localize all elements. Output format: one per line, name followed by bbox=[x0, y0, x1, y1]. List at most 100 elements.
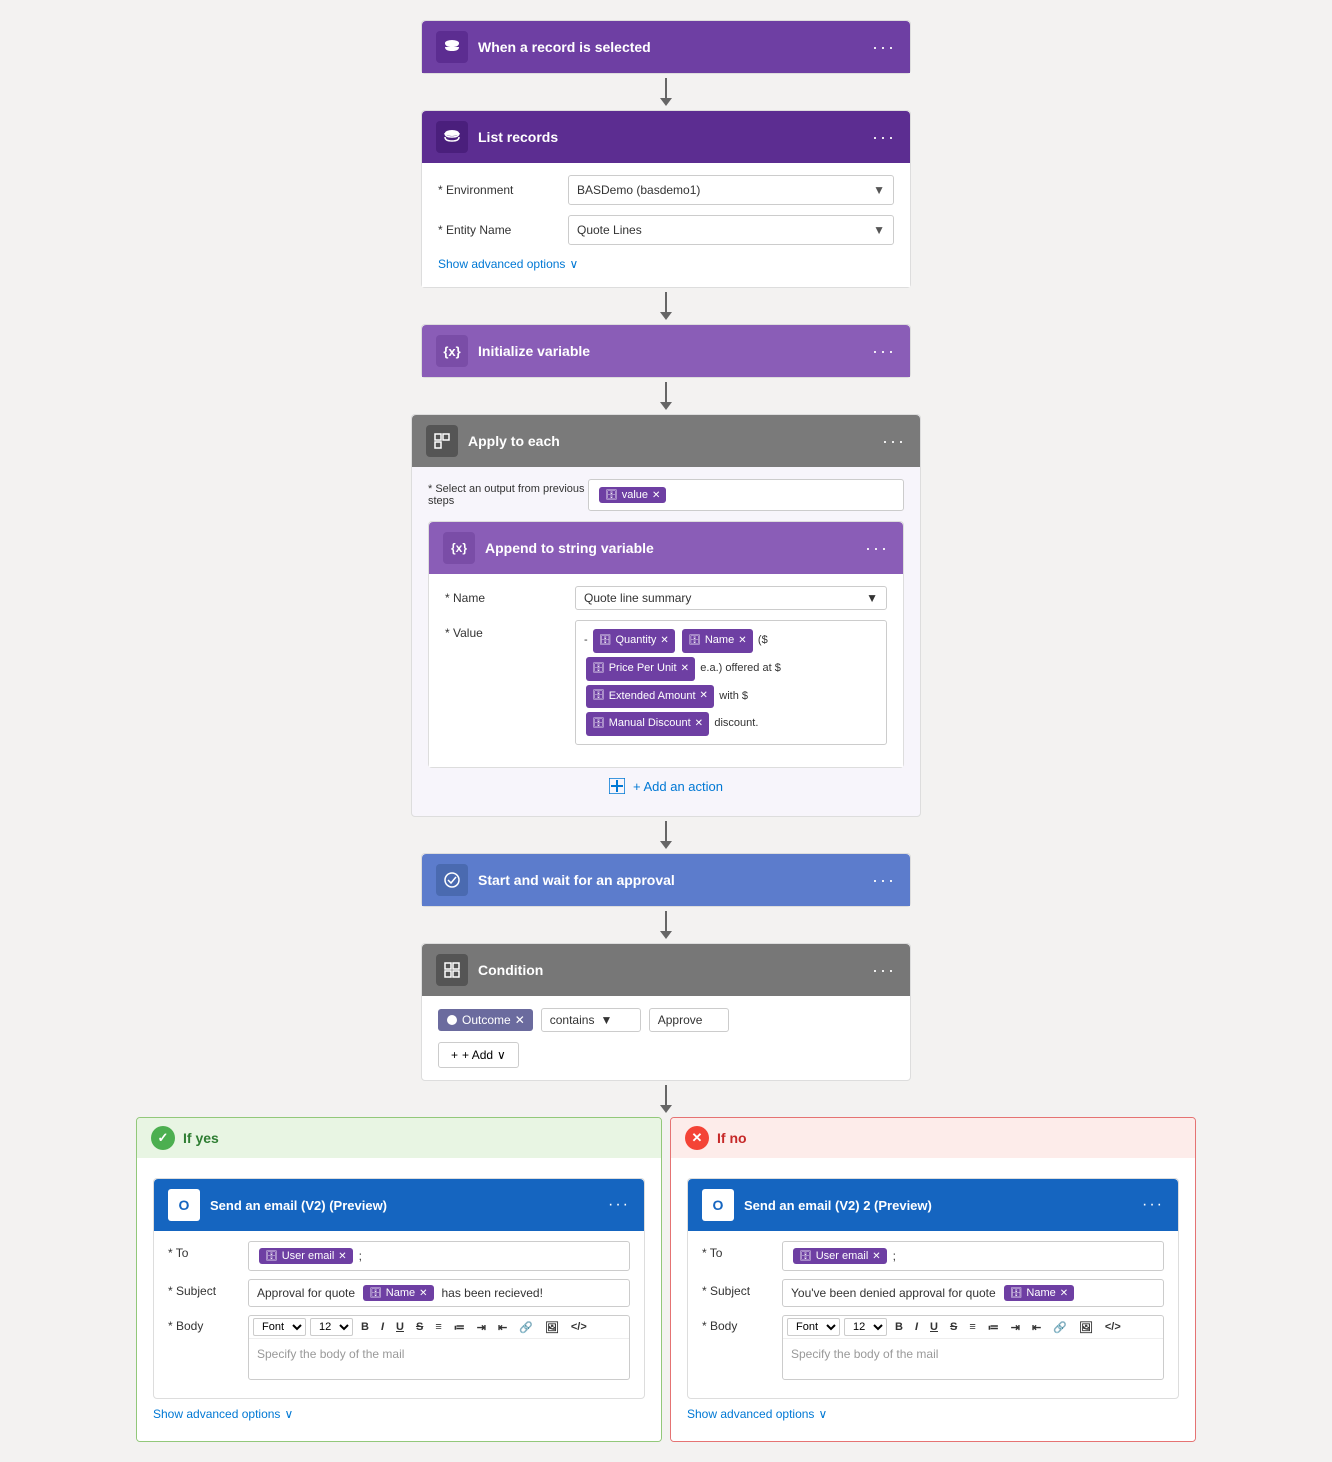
email-yes-body: * To 🗄 User email ✕ ; * S bbox=[154, 1231, 644, 1398]
value-field[interactable]: - 🗄 Quantity ✕ 🗄 Name ✕ ($ 🗄 Price Per U… bbox=[575, 620, 887, 745]
value-row: * Value - 🗄 Quantity ✕ 🗄 Name ✕ ($ bbox=[445, 620, 887, 745]
no-font-select[interactable]: Font bbox=[787, 1318, 840, 1336]
no-underline-btn[interactable]: U bbox=[926, 1320, 942, 1334]
no-bold-btn[interactable]: B bbox=[891, 1320, 907, 1334]
no-body-editor[interactable]: Font 12 B I U S ≡ bbox=[782, 1315, 1164, 1380]
step5-menu[interactable]: ··· bbox=[872, 870, 896, 891]
step1-menu[interactable]: ··· bbox=[872, 37, 896, 58]
step2-menu[interactable]: ··· bbox=[872, 127, 896, 148]
step3-menu[interactable]: ··· bbox=[872, 341, 896, 362]
no-to-input[interactable]: 🗄 User email ✕ ; bbox=[782, 1241, 1164, 1271]
yes-font-select[interactable]: Font bbox=[253, 1318, 306, 1336]
yes-indent-btn[interactable]: ⇥ bbox=[473, 1320, 490, 1335]
add-button[interactable]: + + Add ∨ bbox=[438, 1042, 519, 1068]
branch-no-header: ✕ If no bbox=[671, 1118, 1195, 1158]
yes-size-select[interactable]: 12 bbox=[310, 1318, 353, 1336]
yes-subject-input[interactable]: Approval for quote 🗄 Name ✕ has been rec… bbox=[248, 1279, 630, 1307]
branch-yes: ✓ If yes O Send an email (V2) (Preview) … bbox=[136, 1117, 662, 1442]
outcome-close[interactable]: ✕ bbox=[515, 1013, 525, 1027]
no-ol-btn[interactable]: ≔ bbox=[984, 1320, 1003, 1335]
no-code-btn[interactable]: </> bbox=[1101, 1320, 1125, 1334]
no-toolbar: Font 12 B I U S ≡ bbox=[783, 1316, 1163, 1339]
step3-icon: {x} bbox=[436, 335, 468, 367]
yes-to-input[interactable]: 🗄 User email ✕ ; bbox=[248, 1241, 630, 1271]
yes-subject-name-tag: 🗄 Name ✕ bbox=[363, 1285, 433, 1301]
yes-bold-btn[interactable]: B bbox=[357, 1320, 373, 1334]
no-link-btn[interactable]: 🔗 bbox=[1049, 1320, 1071, 1335]
select-output-row: * Select an output from previous steps 🗄… bbox=[428, 479, 904, 511]
approve-input[interactable]: Approve bbox=[649, 1008, 729, 1032]
no-size-select[interactable]: 12 bbox=[844, 1318, 887, 1336]
condition-body: Outcome ✕ contains ▼ Approve + + Add ∨ bbox=[422, 996, 910, 1080]
no-subject-input[interactable]: You've been denied approval for quote 🗄 … bbox=[782, 1279, 1164, 1307]
value-text3: with $ bbox=[719, 689, 748, 701]
no-to-label: * To bbox=[702, 1241, 782, 1260]
no-ul-btn[interactable]: ≡ bbox=[965, 1320, 979, 1334]
arrow3 bbox=[660, 378, 672, 414]
branch-no: ✕ If no O Send an email (V2) 2 (Preview)… bbox=[670, 1117, 1196, 1442]
contains-label: contains bbox=[550, 1013, 595, 1027]
step5-title: Start and wait for an approval bbox=[478, 872, 675, 888]
no-indent-btn[interactable]: ⇥ bbox=[1007, 1320, 1024, 1335]
no-advanced[interactable]: Show advanced options ∨ bbox=[687, 1399, 1179, 1421]
step6-icon bbox=[436, 954, 468, 986]
name-row: * Name Quote line summary ▼ bbox=[445, 586, 887, 610]
add-action-btn[interactable]: + Add an action bbox=[428, 768, 904, 804]
step2-card: List records ··· * Environment BASDemo (… bbox=[421, 110, 911, 288]
yes-body-label: * Body bbox=[168, 1315, 248, 1333]
no-subject-prefix: You've been denied approval for quote bbox=[791, 1286, 996, 1300]
branch-yes-header: ✓ If yes bbox=[137, 1118, 661, 1158]
step4-menu[interactable]: ··· bbox=[882, 431, 906, 452]
step5-icon bbox=[436, 864, 468, 896]
arrow6 bbox=[660, 1081, 672, 1117]
no-body-placeholder[interactable]: Specify the body of the mail bbox=[783, 1339, 1163, 1379]
yes-to-label: * To bbox=[168, 1241, 248, 1260]
yes-outdent-btn[interactable]: ⇤ bbox=[494, 1320, 511, 1335]
no-advanced-label: Show advanced options bbox=[687, 1407, 814, 1421]
entity-input[interactable]: Quote Lines ▼ bbox=[568, 215, 894, 245]
yes-label: If yes bbox=[183, 1130, 219, 1146]
arrow5 bbox=[660, 907, 672, 943]
yes-subject-label: * Subject bbox=[168, 1279, 248, 1298]
yes-italic-btn[interactable]: I bbox=[377, 1320, 388, 1334]
environment-label: * Environment bbox=[438, 183, 568, 197]
yes-code-btn[interactable]: </> bbox=[567, 1320, 591, 1334]
step6-menu[interactable]: ··· bbox=[872, 960, 896, 981]
step4-icon bbox=[426, 425, 458, 457]
yes-ul-btn[interactable]: ≡ bbox=[431, 1320, 445, 1334]
select-output-input[interactable]: 🗄 value ✕ bbox=[588, 479, 904, 511]
append-menu[interactable]: ··· bbox=[865, 538, 889, 559]
no-body-row: * Body Font 12 B bbox=[702, 1315, 1164, 1380]
value-text2: e.a.) offered at $ bbox=[700, 662, 781, 674]
append-body: * Name Quote line summary ▼ * Value - 🗄 … bbox=[429, 574, 903, 767]
environment-input[interactable]: BASDemo (basdemo1) ▼ bbox=[568, 175, 894, 205]
yes-body-editor[interactable]: Font 12 B I U S ≡ bbox=[248, 1315, 630, 1380]
yes-underline-btn[interactable]: U bbox=[392, 1320, 408, 1334]
arrow4 bbox=[660, 817, 672, 853]
email-yes-menu[interactable]: ··· bbox=[608, 1196, 630, 1214]
yes-toolbar: Font 12 B I U S ≡ bbox=[249, 1316, 629, 1339]
yes-img-btn[interactable]: 🖼 bbox=[541, 1320, 563, 1335]
no-strikethrough-btn[interactable]: S bbox=[946, 1320, 961, 1334]
yes-link-btn[interactable]: 🔗 bbox=[515, 1320, 537, 1335]
extended-tag: 🗄 Extended Amount ✕ bbox=[586, 685, 714, 709]
no-img-btn[interactable]: 🖼 bbox=[1075, 1320, 1097, 1335]
step2-advanced[interactable]: Show advanced options ∨ bbox=[438, 255, 894, 275]
no-subject-name-tag: 🗄 Name ✕ bbox=[1004, 1285, 1074, 1301]
yes-advanced[interactable]: Show advanced options ∨ bbox=[153, 1399, 645, 1421]
yes-strikethrough-btn[interactable]: S bbox=[412, 1320, 427, 1334]
no-outdent-btn[interactable]: ⇤ bbox=[1028, 1320, 1045, 1335]
step1-icon bbox=[436, 31, 468, 63]
no-italic-btn[interactable]: I bbox=[911, 1320, 922, 1334]
email-no-card: O Send an email (V2) 2 (Preview) ··· * T… bbox=[687, 1178, 1179, 1399]
name-input[interactable]: Quote line summary ▼ bbox=[575, 586, 887, 610]
email-no-menu[interactable]: ··· bbox=[1142, 1196, 1164, 1214]
yes-advanced-label: Show advanced options bbox=[153, 1407, 280, 1421]
contains-dropdown[interactable]: contains ▼ bbox=[541, 1008, 641, 1032]
step3-title: Initialize variable bbox=[478, 343, 590, 359]
yes-body-row: * Body Font 12 B bbox=[168, 1315, 630, 1380]
yes-subject-suffix: has been recieved! bbox=[442, 1286, 543, 1300]
yes-body-placeholder[interactable]: Specify the body of the mail bbox=[249, 1339, 629, 1379]
yes-ol-btn[interactable]: ≔ bbox=[450, 1320, 469, 1335]
step1-card: When a record is selected ··· bbox=[421, 20, 911, 74]
